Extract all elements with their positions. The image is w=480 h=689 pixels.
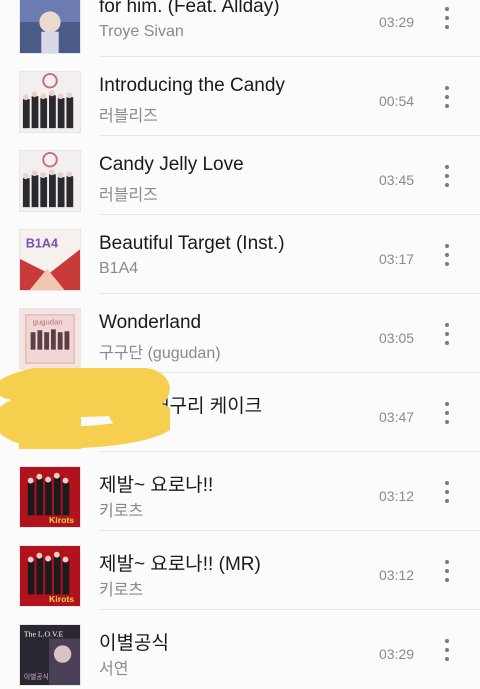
more-options-icon[interactable]	[437, 479, 457, 505]
album-art-text: gugudan	[33, 317, 63, 326]
track-duration: 03:05	[379, 330, 415, 346]
album-art: The L.O.V.E 이별공식	[19, 624, 81, 686]
track-duration: 03:17	[379, 251, 415, 267]
track-row[interactable]: B1A4 Beautiful Target (Inst.) B1A4 03:17	[0, 215, 480, 294]
track-row[interactable]: Introducing the Candy 러블리즈 00:54	[0, 57, 480, 136]
track-title: 이별공식	[99, 633, 169, 654]
track-title: 제발~ 요로나!! (MR)	[99, 554, 261, 575]
album-art: B1A4	[19, 229, 81, 291]
track-artist: 키로츠	[99, 503, 144, 520]
track-row[interactable]: for him. (Feat. Allday) Troye Sivan 03:2…	[0, 0, 480, 57]
album-art	[19, 71, 81, 133]
album-art-text: 이별공식	[24, 672, 49, 681]
track-title: 제발~ 요로나!!	[99, 475, 214, 496]
track-duration: 03:12	[379, 488, 415, 504]
more-options-icon[interactable]	[437, 84, 457, 110]
track-title: Introducing the Candy	[99, 75, 285, 96]
more-options-icon[interactable]	[437, 558, 457, 584]
album-art-text: Kirots	[49, 515, 74, 525]
track-row[interactable]: Candy Jelly Love 러블리즈 03:45	[0, 136, 480, 215]
album-art	[19, 387, 81, 449]
track-row[interactable]: The L.O.V.E 이별공식 이별공식 서연 03:29	[0, 610, 480, 689]
more-options-icon[interactable]	[437, 163, 457, 189]
album-art-text: The L.O.V.E	[24, 630, 64, 639]
album-art-text: B1A4	[26, 236, 58, 250]
track-artist: 러블리즈	[99, 108, 158, 125]
track-row[interactable]: Kirots 제발~ 요로나!! 키로츠 03:12	[0, 452, 480, 531]
track-artist: 서연	[99, 661, 129, 678]
more-options-icon[interactable]	[437, 400, 457, 426]
more-options-icon[interactable]	[437, 637, 457, 663]
track-duration: 03:45	[379, 172, 415, 188]
album-art-text: Kirots	[49, 594, 74, 604]
track-title: Beautiful Target (Inst.)	[99, 233, 285, 254]
track-row[interactable]: Kirots 제발~ 요로나!! (MR) 키로츠 03:12	[0, 531, 480, 610]
track-artist: 키로츠	[99, 582, 144, 599]
album-art	[19, 0, 81, 54]
track-artist: 구구단 (gugudan)	[99, 345, 221, 362]
track-duration: 03:29	[379, 646, 415, 662]
track-title: Wonderland	[99, 312, 202, 333]
track-duration: 03:47	[379, 409, 415, 425]
track-duration: 00:54	[379, 93, 415, 109]
track-row[interactable]: 개구리 케이크 03:47	[0, 373, 480, 452]
more-options-icon[interactable]	[437, 242, 457, 268]
more-options-icon[interactable]	[437, 5, 457, 31]
album-art	[19, 150, 81, 212]
track-artist: 러블리즈	[99, 187, 158, 204]
track-artist: Troye Sivan	[99, 23, 184, 40]
track-title: for him. (Feat. Allday)	[99, 0, 280, 17]
track-title: Candy Jelly Love	[99, 154, 244, 175]
track-row[interactable]: gugudan Wonderland 구구단 (gugudan) 03:05	[0, 294, 480, 373]
track-list: for him. (Feat. Allday) Troye Sivan 03:2…	[0, 0, 480, 689]
album-art: gugudan	[19, 308, 81, 370]
track-duration: 03:29	[379, 14, 415, 30]
more-options-icon[interactable]	[437, 321, 457, 347]
album-art: Kirots	[19, 466, 81, 528]
track-duration: 03:12	[379, 567, 415, 583]
track-artist: B1A4	[99, 260, 139, 277]
album-art: Kirots	[19, 545, 81, 607]
